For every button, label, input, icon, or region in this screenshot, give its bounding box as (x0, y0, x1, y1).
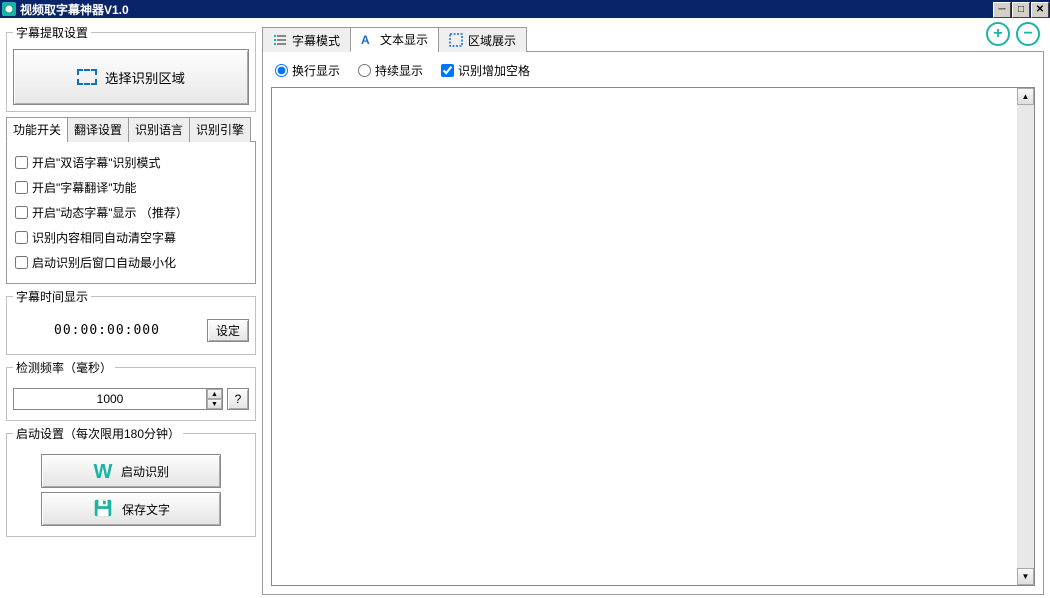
set-time-button[interactable]: 设定 (207, 319, 249, 342)
start-settings-group: 启动设置（每次限用180分钟） W 启动识别 保存文字 (6, 425, 256, 537)
check-bilingual[interactable]: 开启"双语字幕"识别模式 (13, 150, 249, 175)
scroll-track[interactable] (1017, 105, 1034, 568)
radio-continue[interactable]: 持续显示 (358, 62, 423, 79)
check-bilingual-input[interactable] (15, 156, 28, 169)
check-addspace[interactable]: 识别增加空格 (441, 62, 530, 79)
output-textarea[interactable] (272, 88, 1017, 585)
scroll-up-button[interactable]: ▲ (1017, 88, 1034, 105)
radio-wrap[interactable]: 换行显示 (275, 62, 340, 79)
region-select-icon (77, 69, 97, 85)
check-translate-input[interactable] (15, 181, 28, 194)
remove-button[interactable]: − (1016, 22, 1040, 46)
radio-wrap-input[interactable] (275, 64, 288, 77)
frequency-group: 检测频率（毫秒） ▲ ▼ ? (6, 359, 256, 421)
select-region-label: 选择识别区域 (105, 68, 185, 87)
start-legend: 启动设置（每次限用180分钟） (13, 425, 183, 442)
w-icon: W (93, 461, 113, 481)
check-dynamic[interactable]: 开启"动态字幕"显示 （推荐） (13, 200, 249, 225)
start-recognize-button[interactable]: W 启动识别 (41, 454, 221, 488)
tab-function-switch[interactable]: 功能开关 (6, 117, 68, 142)
tab-text-display[interactable]: A 文本显示 (350, 27, 439, 52)
check-autominimize-input[interactable] (15, 256, 28, 269)
save-icon (92, 497, 114, 522)
extract-legend: 字幕提取设置 (13, 24, 91, 41)
frequency-up[interactable]: ▲ (207, 389, 222, 399)
check-translate[interactable]: 开启"字幕翻译"功能 (13, 175, 249, 200)
add-button[interactable]: + (986, 22, 1010, 46)
frequency-down[interactable]: ▼ (207, 399, 222, 409)
tab-subtitle-mode[interactable]: 字幕模式 (262, 27, 351, 52)
check-autoclear[interactable]: 识别内容相同自动清空字幕 (13, 225, 249, 250)
output-textarea-wrap: ▲ ▼ (271, 87, 1035, 586)
titlebar: 视频取字幕神器V1.0 ─ □ ✕ (0, 0, 1050, 18)
close-button[interactable]: ✕ (1031, 2, 1049, 18)
frequency-input[interactable] (14, 389, 206, 409)
save-text-button[interactable]: 保存文字 (41, 492, 221, 526)
left-panel: 字幕提取设置 选择识别区域 功能开关 翻译设置 识别语言 识别引擎 开启"双语字… (6, 24, 256, 592)
extract-settings-group: 字幕提取设置 选择识别区域 (6, 24, 256, 112)
maximize-button[interactable]: □ (1012, 2, 1030, 18)
list-icon (273, 33, 287, 47)
time-value: 00:00:00:000 (13, 323, 201, 338)
frequency-legend: 检测频率（毫秒） (13, 359, 115, 376)
right-panel: + − 字幕模式 A 文本显示 区域展示 (262, 24, 1044, 592)
function-tabs-group: 功能开关 翻译设置 识别语言 识别引擎 开启"双语字幕"识别模式 开启"字幕翻译… (6, 116, 256, 284)
region-icon (449, 33, 463, 47)
check-dynamic-input[interactable] (15, 206, 28, 219)
app-icon (2, 2, 16, 16)
scroll-down-button[interactable]: ▼ (1017, 568, 1034, 585)
radio-continue-input[interactable] (358, 64, 371, 77)
time-display-group: 字幕时间显示 00:00:00:000 设定 (6, 288, 256, 355)
check-addspace-input[interactable] (441, 64, 454, 77)
tab-recognize-engine[interactable]: 识别引擎 (189, 117, 251, 142)
minimize-button[interactable]: ─ (993, 2, 1011, 18)
frequency-help-button[interactable]: ? (227, 388, 249, 410)
tab-translate-settings[interactable]: 翻译设置 (67, 117, 129, 142)
tab-region-display[interactable]: 区域展示 (438, 27, 527, 52)
vertical-scrollbar[interactable]: ▲ ▼ (1017, 88, 1034, 585)
tab-recognize-lang[interactable]: 识别语言 (128, 117, 190, 142)
check-autominimize[interactable]: 启动识别后窗口自动最小化 (13, 250, 249, 275)
frequency-spinner[interactable]: ▲ ▼ (13, 388, 223, 410)
check-autoclear-input[interactable] (15, 231, 28, 244)
font-icon: A (361, 33, 375, 47)
select-region-button[interactable]: 选择识别区域 (13, 49, 249, 105)
window-title: 视频取字幕神器V1.0 (20, 1, 993, 18)
time-legend: 字幕时间显示 (13, 288, 91, 305)
svg-text:A: A (361, 33, 370, 47)
